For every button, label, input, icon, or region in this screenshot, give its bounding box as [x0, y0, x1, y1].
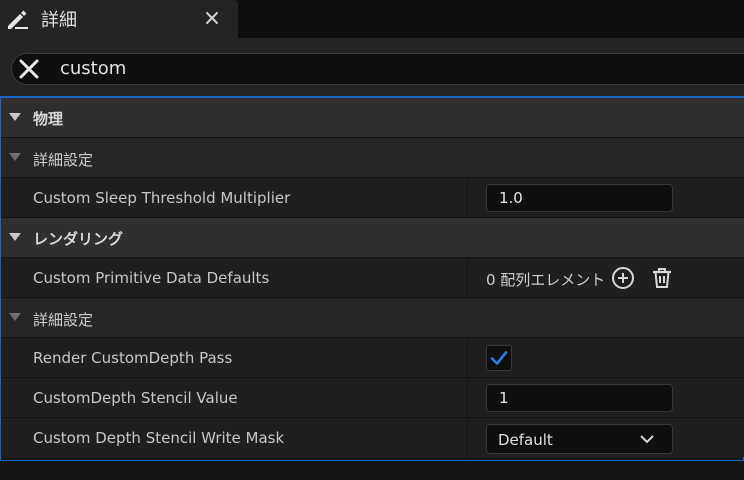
column-splitter[interactable] — [467, 258, 468, 298]
category-rendering[interactable]: レンダリング — [1, 217, 744, 257]
dropdown-value: Default — [498, 431, 553, 449]
category-title: 物理 — [33, 110, 64, 128]
property-row-primitive-data: Custom Primitive Data Defaults 0 配列エレメント — [1, 257, 744, 298]
chevron-down-icon — [640, 435, 654, 444]
search-box — [11, 53, 744, 85]
property-label: Custom Depth Stencil Write Mask — [33, 429, 285, 447]
category-physics[interactable]: 物理 — [1, 97, 744, 137]
subcategory-title: 詳細設定 — [33, 151, 94, 169]
search-input[interactable] — [60, 57, 660, 79]
property-row-sleep-threshold: Custom Sleep Threshold Multiplier — [1, 177, 744, 218]
property-label: Custom Primitive Data Defaults — [33, 269, 270, 287]
checkmark-icon — [490, 351, 508, 365]
tab-bar: 詳細 — [0, 0, 744, 38]
close-icon[interactable] — [202, 8, 222, 28]
column-splitter[interactable] — [467, 418, 468, 458]
write-mask-dropdown[interactable]: Default — [486, 424, 673, 454]
stencil-value-input[interactable] — [486, 384, 673, 412]
render-customdepth-checkbox[interactable] — [486, 345, 512, 371]
caret-down-icon[interactable] — [9, 233, 21, 241]
property-row-render-customdepth: Render CustomDepth Pass — [1, 337, 744, 378]
tab-details[interactable]: 詳細 — [0, 0, 238, 38]
caret-down-icon[interactable] — [9, 153, 21, 161]
property-row-write-mask: Custom Depth Stencil Write Mask Default — [1, 417, 744, 458]
clear-icon[interactable] — [18, 58, 40, 80]
search-area — [0, 38, 744, 96]
trash-icon[interactable] — [650, 266, 674, 290]
subcategory-rendering-advanced[interactable]: 詳細設定 — [1, 297, 744, 337]
property-label: Render CustomDepth Pass — [33, 349, 233, 367]
column-splitter[interactable] — [467, 378, 468, 418]
property-label: Custom Sleep Threshold Multiplier — [33, 189, 291, 207]
caret-down-icon[interactable] — [9, 113, 21, 121]
add-circle-icon[interactable] — [611, 266, 635, 290]
subcategory-title: 詳細設定 — [33, 311, 94, 329]
pencil-icon — [8, 10, 28, 29]
caret-down-icon[interactable] — [9, 313, 21, 321]
sleep-threshold-input[interactable] — [486, 184, 673, 212]
bottom-bar — [0, 461, 744, 480]
subcategory-physics-advanced[interactable]: 詳細設定 — [1, 137, 744, 177]
tab-title: 詳細 — [41, 10, 77, 31]
array-element-count: 0 配列エレメント — [486, 271, 606, 289]
property-label: CustomDepth Stencil Value — [33, 389, 238, 407]
column-splitter[interactable] — [467, 178, 468, 218]
column-splitter[interactable] — [467, 338, 468, 378]
property-row-stencil-value: CustomDepth Stencil Value — [1, 377, 744, 418]
details-panel: 物理 詳細設定 Custom Sleep Threshold Multiplie… — [0, 96, 744, 461]
category-title: レンダリング — [33, 230, 124, 248]
